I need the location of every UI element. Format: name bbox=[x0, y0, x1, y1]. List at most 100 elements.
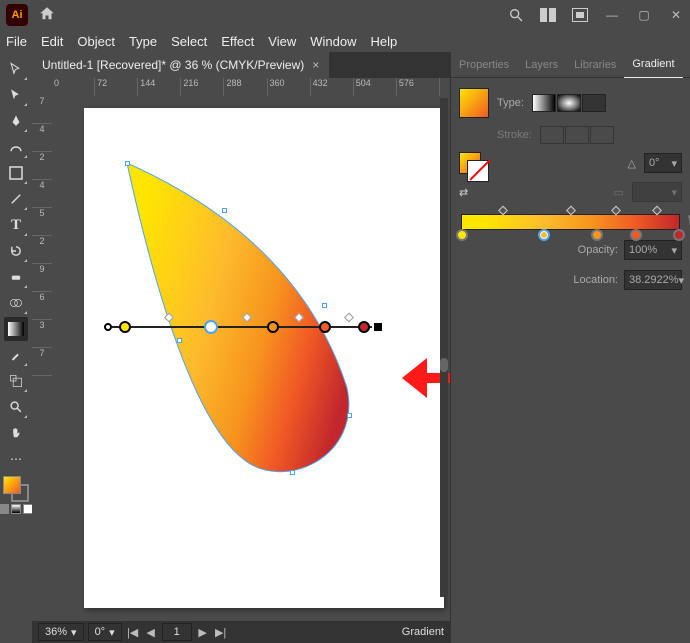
gradient-tool[interactable] bbox=[4, 317, 28, 341]
chevron-down-icon: ▾ bbox=[671, 244, 677, 257]
rotate-tool[interactable] bbox=[4, 239, 28, 263]
color-mode[interactable] bbox=[0, 504, 9, 514]
hand-tool[interactable] bbox=[4, 421, 28, 445]
location-input[interactable]: 38.2922%▾ bbox=[624, 270, 682, 290]
close-tab-icon[interactable]: × bbox=[312, 58, 319, 72]
scale-tool[interactable] bbox=[4, 369, 28, 393]
menu-effect[interactable]: Effect bbox=[221, 34, 254, 49]
vertical-scrollbar[interactable] bbox=[440, 98, 448, 597]
ruler-horizontal: 072144216288360432504576 bbox=[52, 78, 440, 96]
first-artboard-button[interactable]: |◀ bbox=[126, 626, 140, 639]
menu-file[interactable]: File bbox=[6, 34, 27, 49]
menu-type[interactable]: Type bbox=[129, 34, 157, 49]
eyedropper-tool[interactable] bbox=[4, 343, 28, 367]
minimize-button[interactable]: — bbox=[598, 5, 626, 25]
gradient-stop-selected[interactable] bbox=[204, 320, 218, 334]
angle-input[interactable]: 0°▾ bbox=[644, 153, 682, 173]
linear-gradient-button[interactable] bbox=[532, 94, 556, 112]
radial-gradient-button[interactable] bbox=[557, 94, 581, 112]
slider-stop[interactable] bbox=[630, 229, 642, 241]
slider-midpoint[interactable] bbox=[652, 206, 662, 216]
zoom-tool[interactable] bbox=[4, 395, 28, 419]
slider-stop[interactable] bbox=[673, 229, 685, 241]
document-area: Untitled-1 [Recovered]* @ 36 % (CMYK/Pre… bbox=[32, 52, 450, 643]
doc-tab[interactable]: Untitled-1 [Recovered]* @ 36 % (CMYK/Pre… bbox=[32, 52, 329, 78]
zoom-combo[interactable]: 36%▾ bbox=[38, 623, 84, 641]
slider-midpoint[interactable] bbox=[498, 206, 508, 216]
gradient-slider[interactable] bbox=[461, 214, 680, 230]
tools-panel: T ⋯ bbox=[0, 52, 32, 643]
chevron-down-icon: ▾ bbox=[671, 157, 677, 170]
location-label: Location: bbox=[573, 274, 618, 286]
scrollbar-thumb[interactable] bbox=[440, 358, 448, 372]
tab-libraries[interactable]: Libraries bbox=[566, 52, 624, 78]
anchor-point[interactable] bbox=[290, 470, 295, 475]
panel-menu-icon[interactable]: ≡ bbox=[683, 59, 690, 71]
trash-icon[interactable]: 🗑 bbox=[686, 214, 690, 227]
menu-select[interactable]: Select bbox=[171, 34, 207, 49]
next-artboard-button[interactable]: ▶ bbox=[196, 626, 210, 639]
anchor-point[interactable] bbox=[125, 161, 130, 166]
stroke-within-button bbox=[540, 126, 564, 144]
slider-stop[interactable] bbox=[456, 229, 468, 241]
home-icon[interactable] bbox=[38, 5, 56, 26]
rotate-combo[interactable]: 0°▾ bbox=[88, 623, 122, 641]
reverse-gradient-icon[interactable]: ⇄ bbox=[459, 186, 468, 199]
menu-bar: File Edit Object Type Select Effect View… bbox=[0, 30, 690, 52]
eraser-tool[interactable] bbox=[4, 265, 28, 289]
gradient-stop[interactable] bbox=[358, 321, 370, 333]
canvas[interactable]: 072144216288360432504576 7 4 2 4 5 2 9 6… bbox=[32, 78, 450, 621]
gradient-stop[interactable] bbox=[119, 321, 131, 333]
shape-builder-tool[interactable] bbox=[4, 291, 28, 315]
menu-view[interactable]: View bbox=[268, 34, 296, 49]
gradient-stop[interactable] bbox=[267, 321, 279, 333]
freeform-gradient-button[interactable] bbox=[582, 94, 606, 112]
brush-tool[interactable] bbox=[4, 187, 28, 211]
anchor-point[interactable] bbox=[177, 338, 182, 343]
gradient-stop[interactable] bbox=[319, 321, 331, 333]
chevron-down-icon: ▾ bbox=[71, 626, 77, 639]
anchor-point[interactable] bbox=[347, 413, 352, 418]
type-tool[interactable]: T bbox=[4, 213, 28, 237]
screenmode-icon[interactable] bbox=[566, 5, 594, 25]
opacity-input[interactable]: 100%▾ bbox=[624, 240, 682, 260]
tab-layers[interactable]: Layers bbox=[517, 52, 566, 78]
slider-midpoint[interactable] bbox=[611, 206, 621, 216]
last-artboard-button[interactable]: ▶| bbox=[214, 626, 228, 639]
doc-tab-title: Untitled-1 [Recovered]* @ 36 % (CMYK/Pre… bbox=[42, 58, 304, 72]
slider-stop-selected[interactable] bbox=[538, 229, 550, 241]
gradient-mode[interactable] bbox=[11, 504, 21, 514]
search-icon[interactable] bbox=[502, 5, 530, 25]
artboard-index[interactable]: 1 bbox=[162, 623, 192, 641]
curvature-tool[interactable] bbox=[4, 135, 28, 159]
anchor-point[interactable] bbox=[322, 303, 327, 308]
gradient-preview[interactable] bbox=[459, 88, 489, 118]
tab-gradient[interactable]: Gradient bbox=[624, 52, 682, 78]
edit-toolbar[interactable]: ⋯ bbox=[4, 447, 28, 471]
current-tool-label: Gradient bbox=[402, 626, 444, 638]
aspect-input: ▾ bbox=[632, 182, 682, 202]
menu-help[interactable]: Help bbox=[370, 34, 397, 49]
gradient-end-handle[interactable] bbox=[374, 323, 382, 331]
prev-artboard-button[interactable]: ◀ bbox=[144, 626, 158, 639]
chevron-down-icon: ▾ bbox=[679, 274, 685, 287]
tab-properties[interactable]: Properties bbox=[451, 52, 517, 78]
direct-selection-tool[interactable] bbox=[4, 83, 28, 107]
menu-edit[interactable]: Edit bbox=[41, 34, 63, 49]
selection-tool[interactable] bbox=[4, 57, 28, 81]
menu-window[interactable]: Window bbox=[310, 34, 356, 49]
menu-object[interactable]: Object bbox=[77, 34, 115, 49]
panel-tabs: Properties Layers Libraries Gradient ≡ bbox=[451, 52, 690, 78]
stroke-swatch-none[interactable] bbox=[467, 160, 489, 182]
anchor-point[interactable] bbox=[222, 208, 227, 213]
gradient-origin-handle[interactable] bbox=[104, 323, 112, 331]
fill-stroke-swatch[interactable] bbox=[3, 476, 29, 502]
maximize-button[interactable]: ▢ bbox=[630, 5, 658, 25]
slider-midpoint[interactable] bbox=[566, 206, 576, 216]
pen-tool[interactable] bbox=[4, 109, 28, 133]
rectangle-tool[interactable] bbox=[4, 161, 28, 185]
arrange-icon[interactable] bbox=[534, 5, 562, 25]
slider-stop[interactable] bbox=[591, 229, 603, 241]
close-button[interactable]: ✕ bbox=[662, 5, 690, 25]
right-panel: Properties Layers Libraries Gradient ≡ T… bbox=[450, 52, 690, 643]
